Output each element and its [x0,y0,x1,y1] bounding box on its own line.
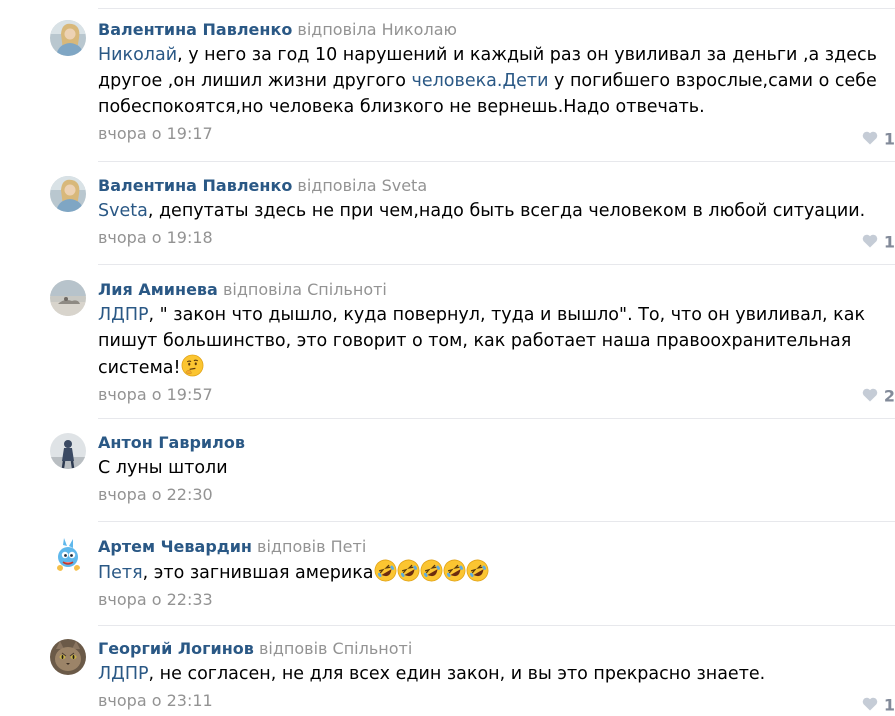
like-button[interactable]: 1 [862,232,895,253]
reply-link[interactable]: ЛДПР [98,664,149,684]
thinking-face-emoji [181,354,204,377]
comment-author[interactable]: Валентина Павленко [98,20,292,39]
avatar[interactable] [50,20,86,56]
inline-link[interactable]: человека.Дети [412,71,549,91]
rolling-on-floor-laughing-emoji [443,559,466,582]
comment-divider [98,161,895,162]
comment-date[interactable]: вчора о 19:17 [98,124,895,144]
reply-to[interactable]: відповіла Спільноті [223,280,387,299]
avatar[interactable] [50,280,86,316]
avatar[interactable] [50,176,86,212]
reply-link[interactable]: ЛДПР [98,305,149,325]
avatar[interactable] [50,639,86,675]
heart-icon [862,130,878,150]
like-count: 1 [883,695,895,715]
comment-date[interactable]: вчора о 22:30 [98,485,895,505]
like-button[interactable]: 1 [862,129,895,150]
avatar[interactable] [50,433,86,469]
comment-text: ЛДПР, " закон что дышло, куда повернул, … [98,305,866,378]
comment-author[interactable]: Лия Аминева [98,280,218,299]
comment-author[interactable]: Артем Чевардин [98,537,252,556]
comment-date[interactable]: вчора о 22:33 [98,590,895,610]
rolling-on-floor-laughing-emoji [374,559,397,582]
heart-icon [862,233,878,253]
rolling-on-floor-laughing-emoji [420,559,443,582]
comment-date[interactable]: вчора о 23:11 [98,691,895,711]
comment-date[interactable]: вчора о 19:18 [98,228,895,248]
top-divider [98,8,895,9]
like-count: 1 [883,232,895,252]
reply-link[interactable]: Николай [98,45,177,65]
rolling-on-floor-laughing-emoji [397,559,420,582]
like-button[interactable]: 2 [862,386,895,407]
heart-icon [862,387,878,407]
comment-divider [98,418,895,419]
reply-to[interactable]: відповів Спільноті [259,639,412,658]
comment-text: Sveta, депутаты здесь не при чем,надо бы… [98,201,866,221]
comment-text: С луны штоли [98,458,228,478]
comment-text: Николай, у него за год 10 нарушений и ка… [98,45,877,117]
rolling-on-floor-laughing-emoji [466,559,489,582]
comment-divider [98,625,895,626]
like-count: 1 [883,129,895,149]
comment-author[interactable]: Георгий Логинов [98,639,254,658]
comment-author[interactable]: Антон Гаврилов [98,433,245,452]
like-count: 2 [883,386,895,406]
like-button[interactable]: 1 [862,695,895,716]
avatar[interactable] [50,537,86,573]
reply-link[interactable]: Петя [98,563,143,583]
comment-text: Петя, это загнившая америка [98,559,895,586]
reply-link[interactable]: Sveta [98,201,148,221]
comment-date[interactable]: вчора о 19:57 [98,385,895,405]
comment-author[interactable]: Валентина Павленко [98,176,292,195]
comment-divider [98,521,895,522]
reply-to[interactable]: відповів Петі [257,537,366,556]
comment-divider [98,264,895,265]
reply-to[interactable]: відповіла Николаю [297,20,457,39]
reply-to[interactable]: відповіла Sveta [297,176,427,195]
comment-text: ЛДПР, не согласен, не для всех един зако… [98,664,766,684]
